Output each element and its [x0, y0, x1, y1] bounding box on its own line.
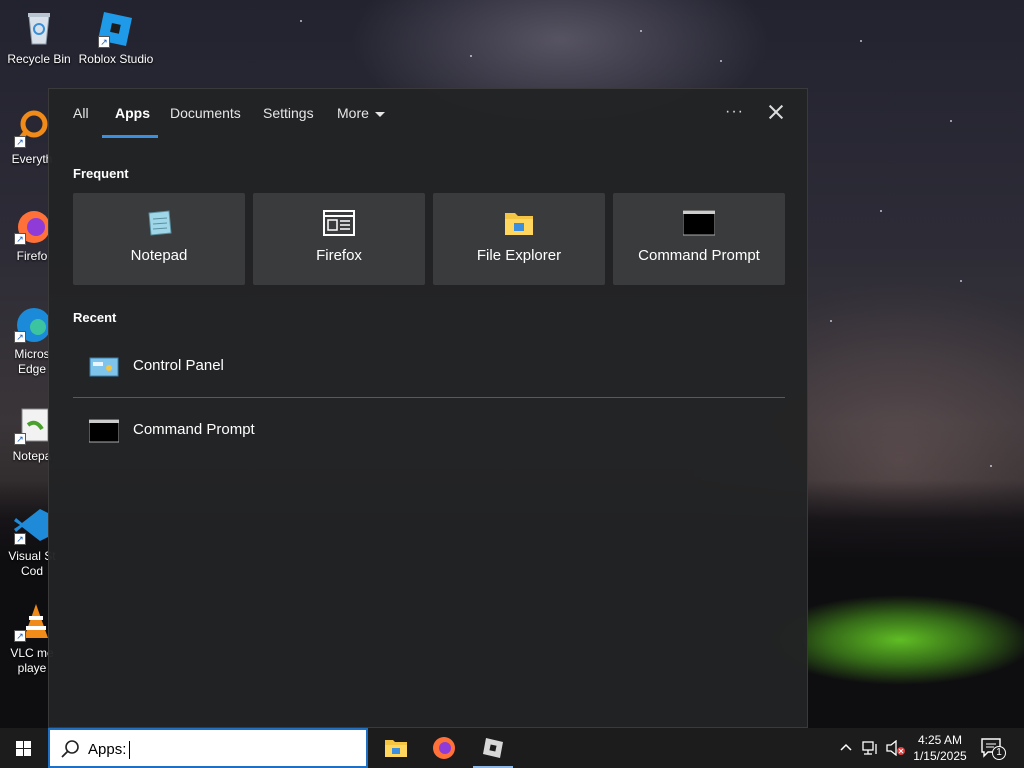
- recent-heading: Recent: [73, 310, 117, 325]
- recycle-bin-icon: [19, 8, 59, 48]
- terminal-icon: [88, 419, 120, 443]
- taskbar-app-roblox-studio[interactable]: [469, 728, 517, 768]
- notepad-icon: ↗: [12, 405, 52, 445]
- tile-label: File Explorer: [476, 247, 562, 264]
- network-tray-button[interactable]: [860, 728, 880, 768]
- frequent-heading: Frequent: [73, 166, 129, 181]
- vscode-icon: ↗: [12, 505, 52, 545]
- firefox-icon: [433, 737, 455, 759]
- action-center-button[interactable]: 1: [980, 736, 1006, 760]
- frequent-apps: Notepad Firefox File Explorer Command Pr…: [73, 193, 785, 285]
- terminal-icon: [682, 209, 716, 237]
- taskbar: Apps: 4:25 AM 1/15/2025 1: [0, 728, 1024, 768]
- tile-label: Firefox: [316, 247, 362, 264]
- shortcut-arrow-icon: ↗: [14, 233, 26, 245]
- shortcut-arrow-icon: ↗: [14, 136, 26, 148]
- tab-apps[interactable]: Apps: [115, 105, 150, 121]
- frequent-tile-firefox[interactable]: Firefox: [253, 193, 425, 285]
- start-button[interactable]: [0, 728, 48, 768]
- search-panel: All Apps Documents Settings More ··· Fre…: [48, 88, 808, 728]
- folder-icon: [503, 209, 535, 237]
- active-tab-indicator: [102, 135, 158, 138]
- tab-all[interactable]: All: [73, 105, 89, 121]
- desktop-icon-roblox-studio[interactable]: ↗ Roblox Studio: [78, 8, 154, 67]
- text-cursor: [129, 741, 131, 760]
- tab-more[interactable]: More: [337, 105, 385, 121]
- shortcut-arrow-icon: ↗: [98, 36, 110, 48]
- firefox-icon: ↗: [12, 205, 52, 245]
- windows-logo-icon: [16, 741, 32, 756]
- vlc-icon: ↗: [12, 602, 52, 642]
- volume-muted-icon: [886, 740, 905, 756]
- ellipsis-icon[interactable]: ···: [725, 103, 744, 121]
- search-icon: [60, 739, 80, 759]
- close-icon[interactable]: [765, 101, 787, 123]
- recent-item-control-panel[interactable]: Control Panel: [73, 337, 785, 397]
- scope-tabs: All Apps Documents Settings More ···: [49, 89, 807, 139]
- network-icon: [862, 741, 877, 755]
- recent-item-command-prompt[interactable]: Command Prompt: [73, 401, 785, 461]
- taskbar-app-firefox[interactable]: [420, 728, 468, 768]
- divider: [73, 397, 785, 398]
- shortcut-arrow-icon: ↗: [14, 630, 26, 642]
- clock-time: 4:25 AM: [917, 733, 963, 747]
- recent-item-label: Control Panel: [133, 357, 224, 374]
- edge-icon: ↗: [12, 303, 52, 343]
- tile-label: Command Prompt: [638, 247, 760, 264]
- shortcut-arrow-icon: ↗: [14, 533, 26, 545]
- desktop-icon-label: Roblox Studio: [78, 52, 154, 66]
- folder-icon: [385, 740, 407, 757]
- tab-more-label: More: [337, 105, 369, 121]
- frequent-tile-file-explorer[interactable]: File Explorer: [433, 193, 605, 285]
- shortcut-arrow-icon: ↗: [14, 433, 26, 445]
- search-input[interactable]: Apps:: [88, 741, 131, 760]
- app-window-icon: [323, 209, 355, 237]
- chevron-up-icon: [840, 743, 852, 751]
- notepad-icon: [143, 209, 175, 237]
- show-hidden-icons-button[interactable]: [838, 728, 854, 768]
- volume-tray-button[interactable]: [884, 728, 906, 768]
- frequent-tile-command-prompt[interactable]: Command Prompt: [613, 193, 785, 285]
- notification-count-badge: 1: [992, 746, 1006, 760]
- tab-documents[interactable]: Documents: [170, 105, 241, 121]
- desktop-icon-recycle-bin[interactable]: Recycle Bin: [1, 8, 77, 67]
- chevron-down-icon: [374, 111, 385, 117]
- desktop-icon-label: Recycle Bin: [7, 52, 71, 66]
- taskbar-app-file-explorer[interactable]: [372, 728, 420, 768]
- clock-date: 1/15/2025: [913, 749, 967, 763]
- roblox-icon: [483, 738, 503, 758]
- clock[interactable]: 4:25 AM 1/15/2025: [908, 732, 972, 764]
- frequent-tile-notepad[interactable]: Notepad: [73, 193, 245, 285]
- search-input-value: Apps:: [88, 741, 127, 758]
- recent-item-label: Command Prompt: [133, 421, 255, 438]
- taskbar-search-box[interactable]: Apps:: [48, 728, 368, 768]
- tab-settings[interactable]: Settings: [263, 105, 314, 121]
- roblox-studio-icon: ↗: [96, 8, 136, 48]
- tile-label: Notepad: [130, 247, 188, 264]
- search-app-icon: ↗: [12, 108, 52, 148]
- shortcut-arrow-icon: ↗: [14, 331, 26, 343]
- control-panel-icon: [89, 355, 119, 379]
